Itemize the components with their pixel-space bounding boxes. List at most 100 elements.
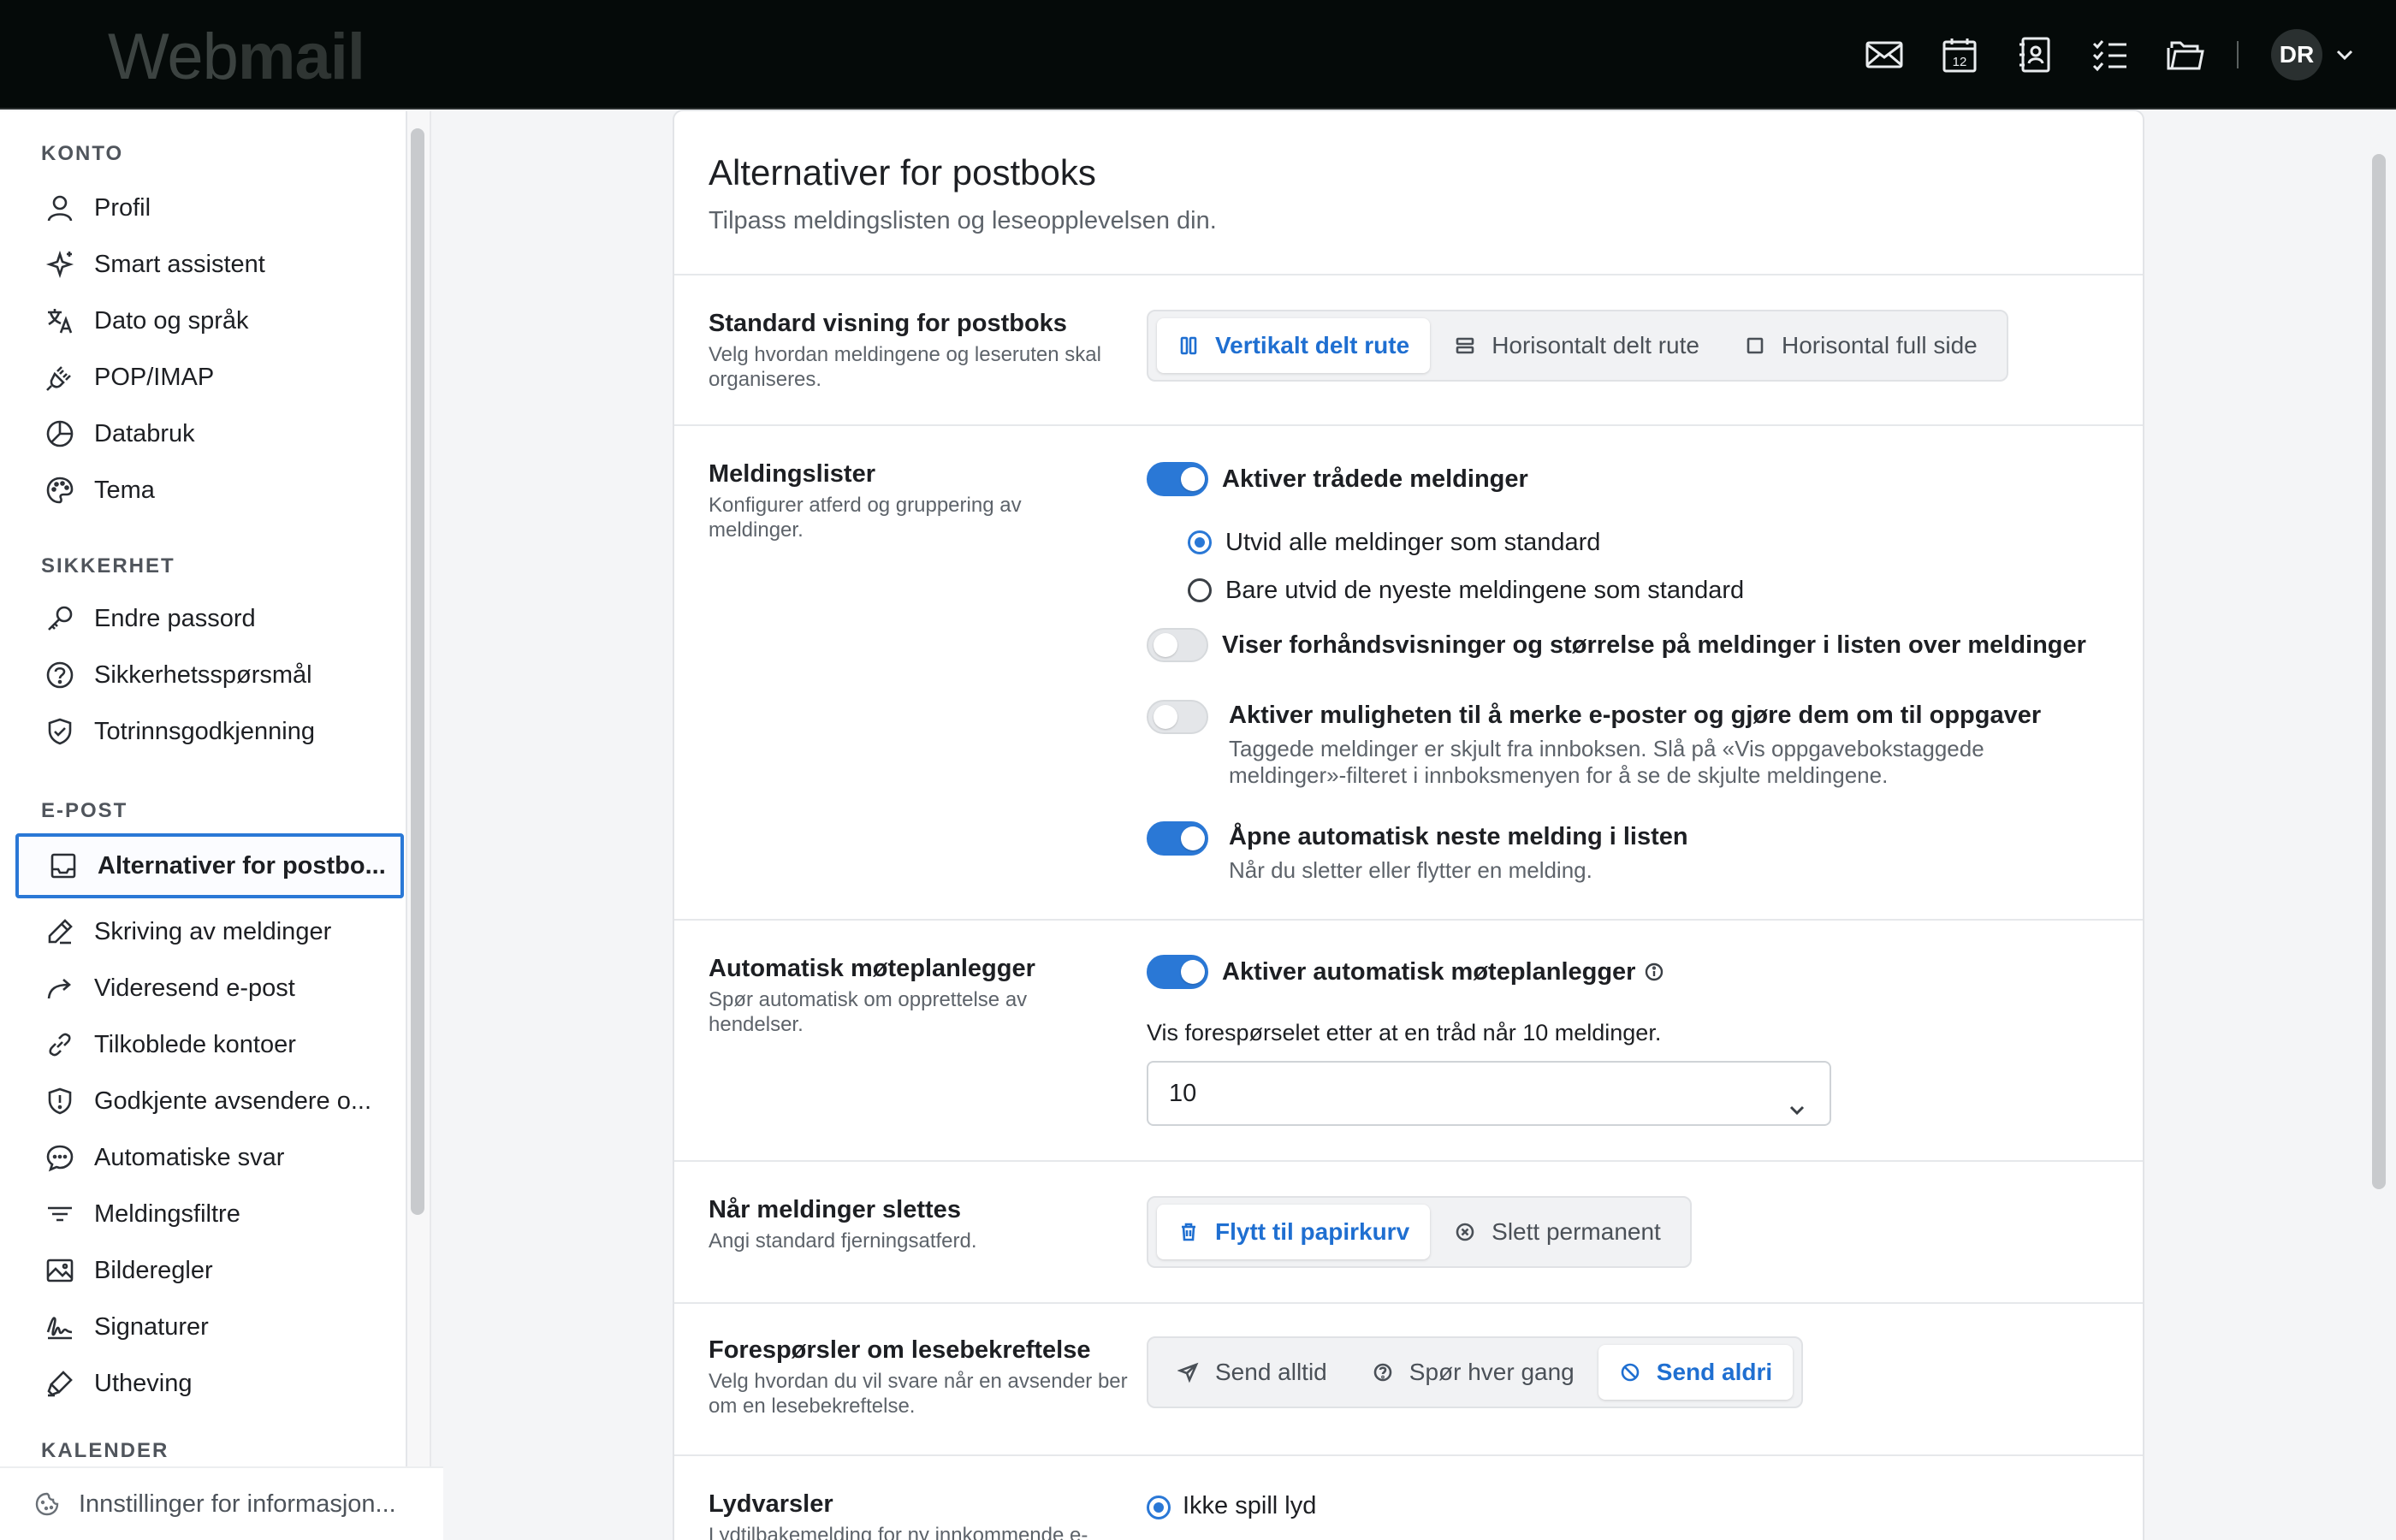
folder-icon[interactable] [2165, 34, 2206, 75]
translate-icon [44, 305, 75, 336]
divider [674, 1302, 2143, 1304]
expand-newest-radio[interactable] [1188, 578, 1212, 602]
sidebar-item-label: Automatiske svar [94, 1143, 285, 1171]
sidebar-item-skriving-av-meldinger[interactable]: Skriving av meldinger [15, 903, 404, 960]
question-circle-icon [1372, 1361, 1394, 1383]
delete-option-label: Slett permanent [1492, 1218, 1661, 1245]
tasks-icon[interactable] [2090, 34, 2131, 75]
tasks-toggle[interactable] [1147, 700, 1208, 734]
threshold-select[interactable]: 10 [1147, 1061, 1831, 1126]
receipts-segmented-control: Send alltid Spør hver gang Send aldri [1147, 1336, 1804, 1408]
scheduler-toggle[interactable] [1147, 955, 1208, 989]
cookie-icon [34, 1491, 60, 1517]
lists-section-desc: Konfigurer atferd og gruppering av meldi… [709, 494, 1022, 542]
calendar-icon[interactable]: 12 [1939, 34, 1980, 75]
x-circle-icon [1454, 1221, 1476, 1243]
sidebar-item-label: Signaturer [94, 1312, 209, 1341]
no-sound-radio[interactable] [1147, 1496, 1171, 1519]
sidebar-item-label: Godkjente avsendere o... [94, 1087, 372, 1115]
highlighter-icon [44, 1368, 75, 1399]
receipts-option-never[interactable]: Send aldri [1598, 1345, 1794, 1400]
view-option-horizontal[interactable]: Horisontalt delt rute [1433, 318, 1720, 373]
sidebar-item-totrinnsgodkjenning[interactable]: Totrinnsgodkjenning [15, 703, 404, 760]
sidebar-item-label: Totrinnsgodkjenning [94, 717, 315, 745]
sidebar-item-bilderegler[interactable]: Bilderegler [15, 1242, 404, 1299]
mail-icon[interactable] [1864, 34, 1905, 75]
sidebar-item-label: POP/IMAP [94, 363, 215, 391]
sidebar-item-pop-imap[interactable]: POP/IMAP [15, 349, 404, 406]
sidebar-item-label: Tema [94, 476, 155, 504]
app-logo[interactable]: Webmail [108, 19, 365, 96]
delete-option-label: Flytt til papirkurv [1215, 1218, 1410, 1245]
signature-icon [44, 1312, 75, 1342]
auto-open-label: Åpne automatisk neste melding i listen [1229, 823, 1688, 850]
cookie-settings-link[interactable]: Innstillinger for informasjon... [0, 1466, 443, 1540]
expand-newest-label: Bare utvid de nyeste meldingene som stan… [1225, 577, 1745, 604]
sparkle-icon [44, 249, 75, 280]
sidebar-item-meldingsfiltre[interactable]: Meldingsfiltre [15, 1186, 404, 1242]
threaded-messages-toggle[interactable] [1147, 462, 1208, 496]
sidebar-item-tilkoblede-kontoer[interactable]: Tilkoblede kontoer [15, 1016, 404, 1073]
settings-sidebar: KONTO Profil Smart assistent Dato og spr… [0, 111, 407, 1540]
sidebar-item-dato-og-sprak[interactable]: Dato og språk [15, 293, 404, 349]
forward-icon [44, 973, 75, 1004]
view-section-title: Standard visning for postboks [709, 310, 1067, 337]
page-subtitle: Tilpass meldingslisten og leseopplevelse… [709, 207, 1217, 234]
view-option-vertical[interactable]: Vertikalt delt rute [1157, 318, 1431, 373]
sidebar-item-label: Endre passord [94, 604, 256, 632]
sidebar-item-databruk[interactable]: Databruk [15, 406, 404, 462]
svg-text:12: 12 [1953, 55, 1967, 69]
sidebar-item-label: Databruk [94, 419, 195, 447]
sidebar-item-label: Tilkoblede kontoer [94, 1030, 296, 1058]
sidebar-item-endre-passord[interactable]: Endre passord [15, 590, 404, 647]
palette-icon [44, 475, 75, 506]
sounds-section-title: Lydvarsler [709, 1490, 833, 1518]
expand-all-radio[interactable] [1188, 530, 1212, 554]
chevron-down-icon[interactable] [2333, 44, 2357, 65]
sounds-section-desc: Lydtilbakemelding for ny innkommende e- [709, 1524, 1088, 1540]
delete-option-trash[interactable]: Flytt til papirkurv [1157, 1205, 1431, 1259]
sidebar-item-sikkerhetssporsmal[interactable]: Sikkerhetsspørsmål [15, 647, 404, 703]
divider [674, 1454, 2143, 1456]
receipts-section-desc: Velg hvordan du vil svare når en avsende… [709, 1370, 1128, 1418]
view-segmented-control: Vertikalt delt rute Horisontalt delt rut… [1147, 310, 2008, 382]
preview-size-toggle[interactable] [1147, 628, 1208, 662]
section-title-sikkerhet: SIKKERHET [41, 554, 175, 578]
sidebar-item-videresend-e-post[interactable]: Videresend e-post [15, 960, 404, 1016]
sidebar-item-alternativer-for-postboks[interactable]: Alternativer for postbo... [15, 833, 404, 898]
pie-chart-icon [44, 418, 75, 449]
divider [674, 919, 2143, 921]
sidebar-item-profil[interactable]: Profil [15, 180, 404, 236]
auto-open-help: Når du sletter eller flytter en melding. [1229, 857, 1592, 883]
receipts-option-label: Spør hver gang [1409, 1359, 1575, 1385]
receipts-option-always[interactable]: Send alltid [1157, 1345, 1348, 1400]
sidebar-scrollbar[interactable] [411, 128, 424, 1215]
divider [674, 424, 2143, 426]
sidebar-item-label: Dato og språk [94, 306, 249, 335]
sidebar-item-label: Smart assistent [94, 250, 265, 278]
sidebar-item-label: Sikkerhetsspørsmål [94, 660, 312, 689]
receipts-option-ask[interactable]: Spør hver gang [1351, 1345, 1595, 1400]
auto-open-toggle[interactable] [1147, 821, 1208, 856]
mailbox-options-card: Alternativer for postboks Tilpass meldin… [673, 110, 2144, 1540]
cookie-settings-label: Innstillinger for informasjon... [79, 1490, 396, 1518]
receipts-section-title: Forespørsler om lesebekreftelse [709, 1336, 1091, 1364]
divider [674, 274, 2143, 275]
delete-segmented-control: Flytt til papirkurv Slett permanent [1147, 1196, 1692, 1268]
sidebar-item-automatiske-svar[interactable]: Automatiske svar [15, 1129, 404, 1186]
contacts-icon[interactable] [2014, 34, 2055, 75]
view-option-fullpage[interactable]: Horisontal full side [1723, 318, 1998, 373]
sidebar-item-signaturer[interactable]: Signaturer [15, 1299, 404, 1355]
sidebar-item-godkjente-avsendere[interactable]: Godkjente avsendere o... [15, 1073, 404, 1129]
view-option-label: Vertikalt delt rute [1215, 332, 1410, 358]
main-scrollbar[interactable] [2372, 154, 2386, 1189]
tasks-help: Taggede meldinger er skjult fra innbokse… [1229, 736, 1984, 788]
info-icon[interactable] [1644, 961, 1664, 981]
send-icon [1177, 1361, 1200, 1383]
sidebar-item-utheving[interactable]: Utheving [15, 1355, 404, 1412]
sidebar-item-tema[interactable]: Tema [15, 462, 404, 518]
sidebar-item-label: Profil [94, 193, 151, 222]
sidebar-item-smart-assistent[interactable]: Smart assistent [15, 236, 404, 293]
delete-option-permanent[interactable]: Slett permanent [1433, 1205, 1681, 1259]
avatar[interactable]: DR [2271, 29, 2322, 80]
